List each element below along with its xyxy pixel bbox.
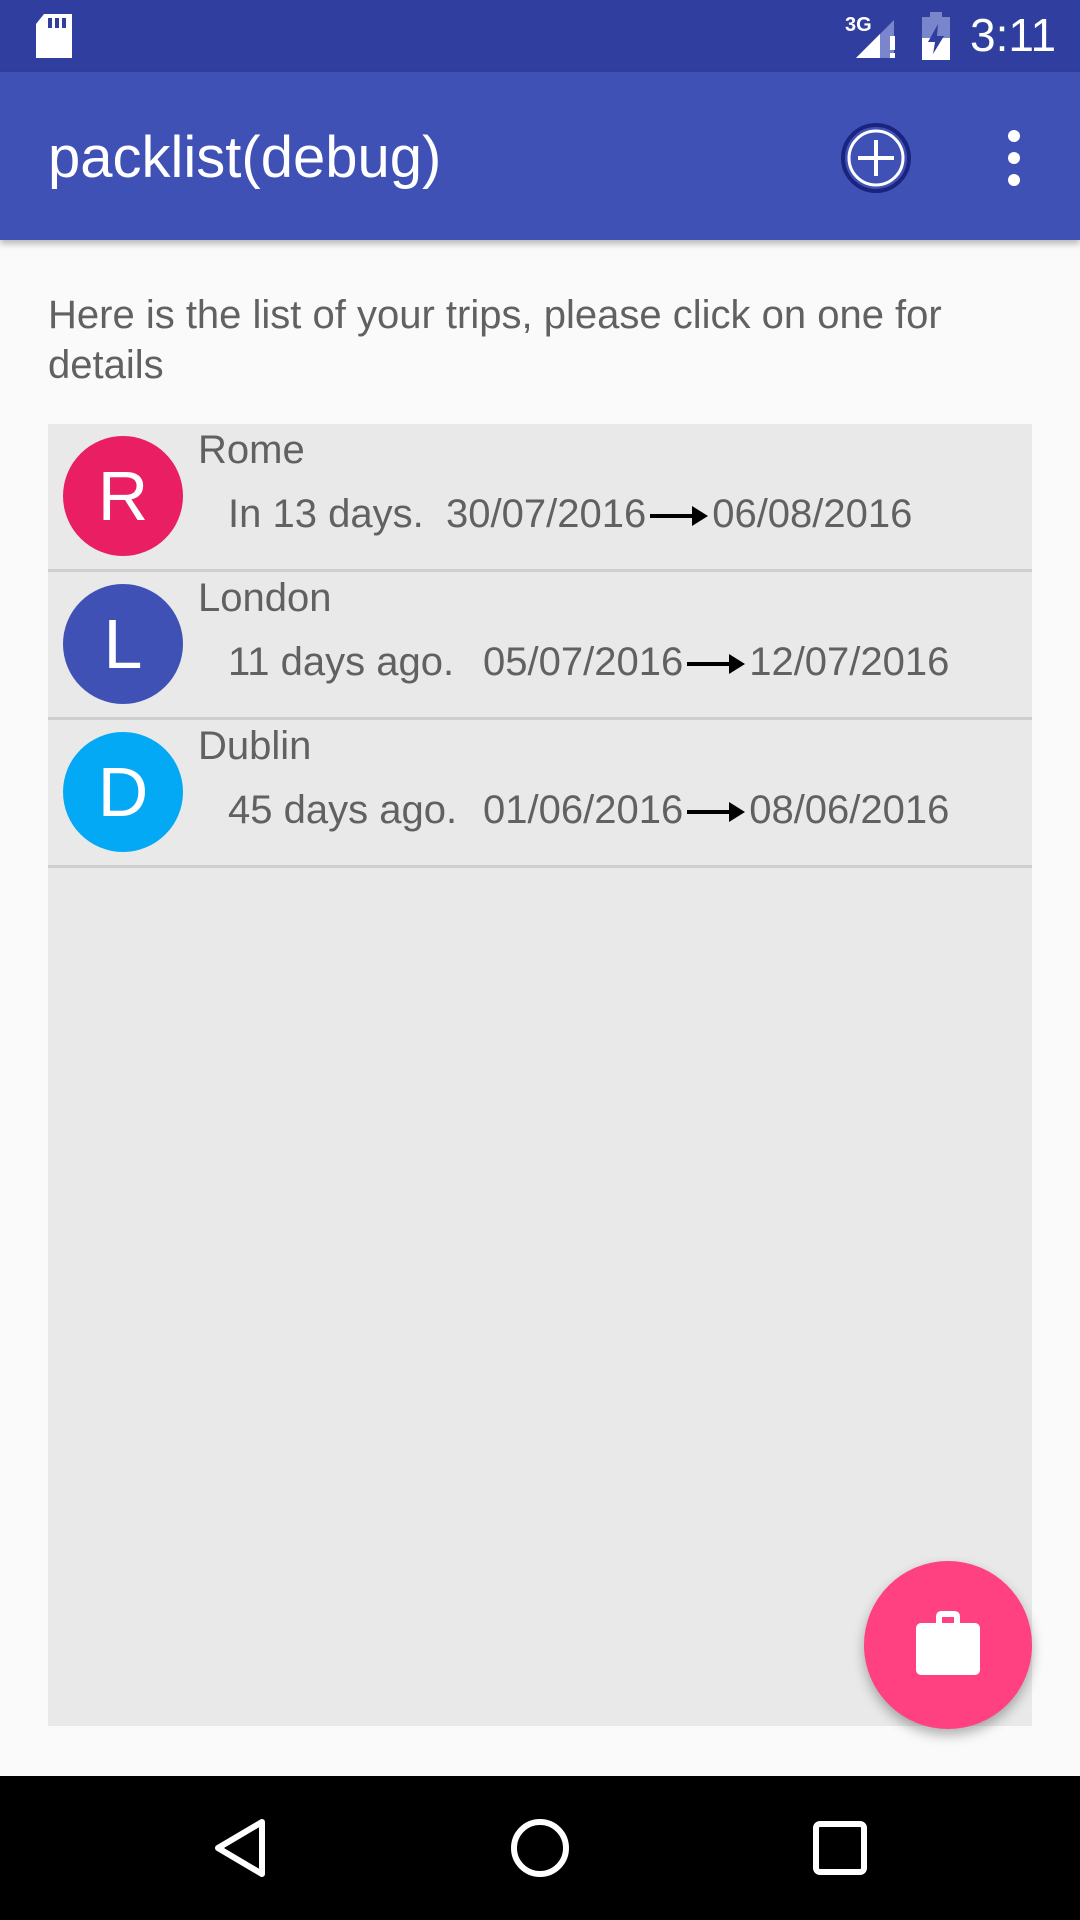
briefcase-icon — [916, 1611, 980, 1675]
trip-name: London — [198, 576, 332, 620]
back-button[interactable] — [200, 1808, 280, 1888]
trip-dates: 30/07/2016 06/08/2016 — [446, 492, 912, 537]
trip-relative-time: 11 days ago. — [228, 640, 455, 684]
recents-button[interactable] — [800, 1808, 880, 1888]
arrow-right-icon — [687, 802, 746, 823]
more-vert-icon — [1008, 130, 1020, 186]
trip-dates: 01/06/2016 08/06/2016 — [483, 788, 949, 833]
trip-name: Dublin — [198, 724, 312, 768]
trip-avatar: L — [63, 584, 183, 704]
app-title: packlist(debug) — [48, 125, 442, 190]
overflow-menu-button[interactable] — [990, 120, 1038, 196]
add-trip-button[interactable] — [838, 120, 914, 196]
app-bar: packlist(debug) — [0, 72, 1080, 240]
trip-row-london[interactable]: L London 11 days ago. 05/07/2016 12/07/20… — [48, 572, 1032, 720]
battery-charging-icon — [922, 12, 950, 60]
trip-end-date: 08/06/2016 — [749, 788, 950, 832]
trip-relative-time: 45 days ago. — [228, 788, 458, 832]
trip-row-rome[interactable]: R Rome In 13 days. 30/07/2016 06/08/2016 — [48, 424, 1032, 572]
trip-list[interactable]: R Rome In 13 days. 30/07/2016 06/08/2016 … — [48, 424, 1032, 1726]
trip-end-date: 06/08/2016 — [712, 492, 913, 536]
trip-dates: 05/07/2016 12/07/2016 — [483, 640, 949, 685]
trip-start-date: 05/07/2016 — [483, 640, 684, 684]
trip-avatar: R — [63, 436, 183, 556]
clock: 3:11 — [970, 9, 1057, 61]
back-icon — [215, 1819, 265, 1877]
sd-card-icon — [36, 14, 72, 58]
trip-row-dublin[interactable]: D Dublin 45 days ago. 01/06/2016 08/06/20… — [48, 720, 1032, 868]
recents-icon — [813, 1821, 867, 1875]
new-packlist-fab[interactable] — [864, 1561, 1032, 1729]
add-circle-icon — [841, 123, 911, 193]
trip-end-date: 12/07/2016 — [749, 640, 950, 684]
trip-start-date: 30/07/2016 — [446, 492, 647, 536]
arrow-right-icon — [687, 654, 746, 675]
home-button[interactable] — [500, 1808, 580, 1888]
intro-text: Here is the list of your trips, please c… — [48, 293, 942, 387]
trip-start-date: 01/06/2016 — [483, 788, 684, 832]
status-bar: 3G 3:11 — [0, 0, 1080, 72]
trip-avatar: D — [63, 732, 183, 852]
trip-name: Rome — [198, 428, 305, 472]
home-icon — [511, 1819, 569, 1877]
arrow-right-icon — [650, 506, 709, 527]
trip-relative-time: In 13 days. — [228, 492, 424, 536]
signal-icon — [856, 20, 895, 58]
system-nav-bar — [0, 1776, 1080, 1920]
